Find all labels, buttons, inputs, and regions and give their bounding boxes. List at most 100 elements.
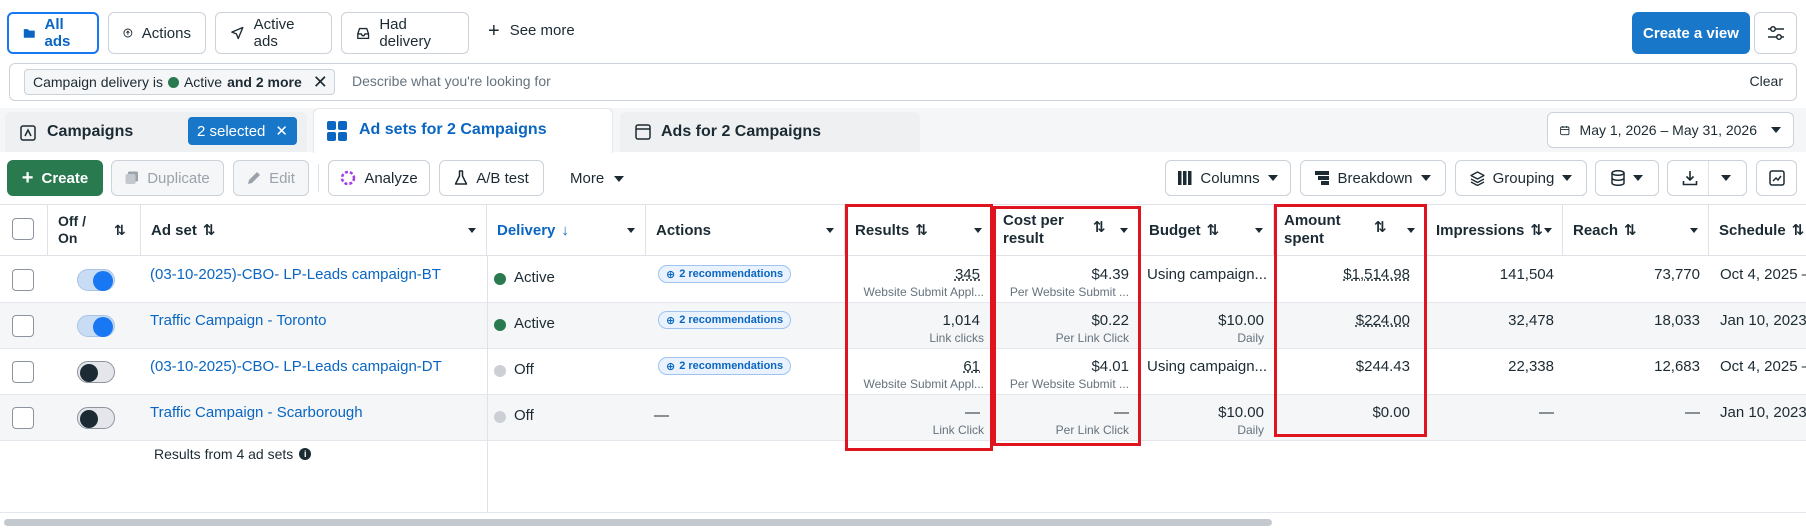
tab-ad-sets[interactable]: Ad sets for 2 Campaigns (313, 108, 613, 154)
charts-button[interactable] (1756, 160, 1797, 196)
reach-value: 12,683 (1654, 358, 1700, 375)
columns-button[interactable]: Columns (1165, 160, 1291, 196)
sort-icon[interactable]: ⇅ (114, 222, 126, 239)
tab-all-ads[interactable]: All ads (7, 12, 99, 54)
chevron-down-icon[interactable] (627, 228, 635, 233)
plus-icon: + (488, 19, 500, 42)
sort-icon[interactable]: ⇅ (1792, 221, 1805, 239)
row-checkbox[interactable] (12, 269, 34, 291)
horizontal-scrollbar[interactable] (0, 512, 1806, 531)
delivery-status-dot (494, 365, 506, 377)
tab-label: All ads (44, 16, 71, 50)
tab-active-ads[interactable]: Active ads (215, 12, 332, 54)
settings-sliders-button[interactable] (1754, 12, 1797, 54)
header-impressions[interactable]: Impressions ⇅ (1426, 204, 1563, 256)
delivery-status: Active (514, 315, 555, 332)
budget-value[interactable]: Using campaign... (1147, 266, 1267, 283)
budget-value[interactable]: Using campaign... (1147, 358, 1267, 375)
delivery-toggle[interactable] (77, 315, 115, 337)
delivery-status: Active (514, 269, 555, 286)
info-icon[interactable]: i (299, 448, 312, 460)
delivery-toggle[interactable] (77, 361, 115, 383)
ab-test-button[interactable]: A/B test (439, 160, 544, 196)
header-ad-set[interactable]: Ad set ⇅ (141, 204, 487, 256)
chevron-down-icon (1562, 175, 1573, 181)
ad-set-name-link[interactable]: Traffic Campaign - Scarborough (150, 404, 363, 421)
chevron-down-icon[interactable] (1544, 228, 1552, 233)
selected-badge[interactable]: 2 selected ✕ (188, 117, 297, 145)
breakdown-button[interactable]: Breakdown (1300, 160, 1446, 196)
data-source-button[interactable] (1595, 160, 1659, 196)
date-range-picker[interactable]: May 1, 2026 – May 31, 2026 (1547, 112, 1794, 148)
frozen-column-divider (487, 256, 488, 512)
chevron-down-icon (1721, 175, 1731, 181)
export-button[interactable] (1667, 160, 1747, 196)
chevron-down-icon[interactable] (1255, 228, 1263, 233)
header-select-all (0, 204, 48, 256)
reach-value: — (1685, 404, 1700, 421)
chevron-down-icon[interactable] (468, 228, 476, 233)
recommendations-badge[interactable]: ⊕ 2 recommendations (658, 265, 792, 283)
chevron-down-icon (1420, 175, 1431, 181)
tab-had-delivery[interactable]: Had delivery (341, 12, 469, 54)
recommendations-badge[interactable]: ⊕ 2 recommendations (658, 357, 792, 375)
filter-search-input[interactable]: Describe what you're looking for (352, 73, 551, 89)
sliders-icon (1767, 25, 1784, 41)
chevron-down-icon (1267, 175, 1278, 181)
ad-set-name-link[interactable]: (03-10-2025)-CBO- LP-Leads campaign-BT (150, 266, 441, 283)
analyze-button[interactable]: Analyze (328, 160, 430, 196)
see-more-button[interactable]: + See more (488, 19, 575, 42)
tab-actions[interactable]: Actions (108, 12, 206, 54)
header-budget[interactable]: Budget ⇅ (1139, 204, 1274, 256)
tab-campaigns[interactable]: Campaigns 2 selected ✕ (5, 112, 307, 152)
ad-set-name-link[interactable]: Traffic Campaign - Toronto (150, 312, 326, 329)
sort-icon[interactable]: ⇅ (1624, 221, 1637, 239)
header-reach[interactable]: Reach ⇅ (1563, 204, 1709, 256)
header-off-on[interactable]: Off / On ⇅ (48, 204, 141, 256)
recommendations-badge[interactable]: ⊕ 2 recommendations (658, 311, 792, 329)
tab-label: Had delivery (379, 16, 432, 50)
schedule-value: Oct 4, 2025 – (1720, 266, 1806, 283)
folder-icon (23, 29, 35, 38)
create-view-button[interactable]: Create a view (1632, 12, 1750, 54)
clear-filters-button[interactable]: Clear (1750, 73, 1783, 89)
tab-ads[interactable]: Ads for 2 Campaigns (620, 112, 920, 152)
header-actions[interactable]: Actions (646, 204, 845, 256)
download-icon (1682, 171, 1698, 186)
chevron-down-icon (1633, 175, 1643, 181)
ad-set-name-link[interactable]: (03-10-2025)-CBO- LP-Leads campaign-DT (150, 358, 442, 375)
scrollbar-thumb[interactable] (4, 519, 1272, 526)
budget-value[interactable]: $10.00 (1218, 404, 1264, 421)
sort-icon[interactable]: ⇅ (1207, 221, 1220, 239)
close-icon[interactable]: ✕ (313, 72, 328, 93)
sort-descending-icon[interactable]: ↓ (561, 222, 569, 239)
filter-chip[interactable]: Campaign delivery is Active and 2 more ✕ (24, 69, 335, 95)
create-button[interactable]: + Create (7, 160, 103, 196)
delivery-toggle[interactable] (77, 269, 115, 291)
delivery-status-dot (494, 273, 506, 285)
row-checkbox[interactable] (12, 361, 34, 383)
delivery-toggle[interactable] (77, 407, 115, 429)
row-checkbox[interactable] (12, 407, 34, 429)
select-all-checkbox[interactable] (12, 218, 34, 240)
sort-icon[interactable]: ⇅ (203, 221, 216, 239)
sort-icon[interactable]: ⇅ (1530, 221, 1543, 239)
edit-button[interactable]: Edit (233, 160, 309, 196)
chevron-down-icon[interactable] (1690, 228, 1698, 233)
chevron-down-icon[interactable] (826, 228, 834, 233)
inbox-icon (357, 27, 370, 40)
more-button[interactable]: More (570, 170, 625, 187)
chevron-down-icon (614, 175, 625, 182)
close-icon[interactable]: ✕ (275, 122, 288, 140)
grouping-button[interactable]: Grouping (1455, 160, 1587, 196)
tab-label: Actions (141, 24, 191, 42)
delivery-status-dot (494, 319, 506, 331)
header-schedule[interactable]: Schedule ⇅ (1709, 204, 1806, 256)
row-checkbox[interactable] (12, 315, 34, 337)
toolbar-divider (318, 164, 319, 192)
columns-icon (1178, 171, 1192, 185)
budget-value[interactable]: $10.00 (1218, 312, 1264, 329)
arrow-up-circle-icon: ⊕ (666, 314, 676, 327)
header-delivery[interactable]: Delivery ↓ (487, 204, 646, 256)
duplicate-button[interactable]: Duplicate (111, 160, 224, 196)
